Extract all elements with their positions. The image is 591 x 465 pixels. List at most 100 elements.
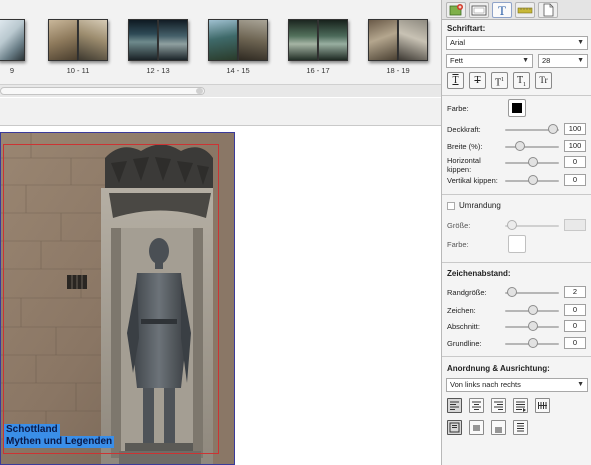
divider <box>442 194 591 195</box>
text-properties-panel: T Schriftart: Arial ▼ Fett ▼ 28 ▼ T T T1… <box>441 0 591 465</box>
superscript-button[interactable]: T1 <box>491 72 508 89</box>
width-slider[interactable] <box>505 146 559 148</box>
font-family-select[interactable]: Arial ▼ <box>446 36 588 50</box>
page-icon <box>543 3 554 17</box>
text-color-fill <box>512 103 522 113</box>
thumbnail-page-18-19[interactable]: 18 - 19 <box>368 19 428 75</box>
opacity-slider-handle[interactable] <box>548 124 558 134</box>
text-color-label: Farbe: <box>447 104 469 113</box>
scrollbar-thumb[interactable] <box>196 88 203 94</box>
thumbnail-image-left <box>128 19 158 61</box>
small-caps-button[interactable]: Tr <box>535 72 552 89</box>
baseline-slider-handle[interactable] <box>528 338 538 348</box>
subscript-icon: 1 <box>523 82 527 88</box>
text-color-swatch[interactable] <box>508 99 526 117</box>
horizontal-flip-slider-handle[interactable] <box>528 157 538 167</box>
thumbnail-image-right <box>238 19 268 61</box>
horizontal-flip-label: Horizontal kippen: <box>447 156 481 174</box>
opacity-input[interactable]: 100 <box>564 123 586 135</box>
justify-button[interactable] <box>513 398 528 413</box>
font-family-value: Arial <box>450 38 466 47</box>
baseline-input[interactable]: 0 <box>564 337 586 349</box>
horizontal-flip-input[interactable]: 0 <box>564 156 586 168</box>
text-icon: T <box>498 3 506 18</box>
chevron-down-icon: ▼ <box>522 57 529 64</box>
thumbnail-label: 16 - 17 <box>306 66 330 75</box>
char-spacing-slider-handle[interactable] <box>528 305 538 315</box>
scrollbar-track[interactable] <box>0 87 205 95</box>
align-center-button[interactable] <box>469 398 484 413</box>
thumbnail-page-9[interactable]: 9 <box>0 19 26 75</box>
text-frame-guide <box>3 144 219 454</box>
margin-slider-handle[interactable] <box>507 287 517 297</box>
thumbnail-page-14-15[interactable]: 14 - 15 <box>208 19 268 75</box>
spacing-section-title: Zeichenabstand: <box>447 269 511 278</box>
tab-ruler[interactable] <box>515 2 535 18</box>
page-thumbnail-strip: 9 10 - 11 12 - 13 14 - 15 16 - 17 18 - 1… <box>0 0 441 97</box>
divider <box>442 262 591 263</box>
chevron-down-icon: ▼ <box>577 381 584 388</box>
thumbnail-scrollbar[interactable] <box>0 84 441 97</box>
thumbnail-image-right <box>318 19 348 61</box>
svg-text:T: T <box>498 3 506 17</box>
width-label: Breite (%): <box>447 142 483 151</box>
thumbnail-label: 10 - 11 <box>66 66 90 75</box>
width-input[interactable]: 100 <box>564 140 586 152</box>
superscript-icon: 1 <box>501 77 505 83</box>
margin-input[interactable]: 2 <box>564 286 586 298</box>
underline-button[interactable]: T <box>447 72 464 89</box>
thumbnail-page-10-11[interactable]: 10 - 11 <box>48 19 108 75</box>
border-checkbox-label: Umrandung <box>459 201 501 210</box>
valign-bottom-button[interactable] <box>491 420 506 435</box>
chevron-down-icon: ▼ <box>577 39 584 46</box>
border-size-slider-handle[interactable] <box>507 220 517 230</box>
vertical-flip-input[interactable]: 0 <box>564 174 586 186</box>
editor-toolbar <box>0 98 441 126</box>
paragraph-spacing-input[interactable]: 0 <box>564 320 586 332</box>
subscript-button[interactable]: T1 <box>513 72 530 89</box>
chevron-down-icon: ▼ <box>577 57 584 64</box>
valign-middle-button[interactable] <box>469 420 484 435</box>
thumbnail-page-16-17[interactable]: 16 - 17 <box>288 19 348 75</box>
vertical-flip-slider-handle[interactable] <box>528 175 538 185</box>
font-section-title: Schriftart: <box>447 24 486 33</box>
thumbnail-label: 9 <box>9 66 15 75</box>
strikethrough-button[interactable]: T <box>469 72 486 89</box>
frame-icon <box>471 5 487 16</box>
distribute-button[interactable] <box>535 398 550 413</box>
width-slider-handle[interactable] <box>515 141 525 151</box>
tab-page[interactable] <box>538 2 558 18</box>
text-direction-select[interactable]: Von links nach rechts ▼ <box>446 378 588 392</box>
margin-label: Randgröße: <box>447 288 487 297</box>
justify-icon <box>516 401 526 412</box>
align-left-icon <box>450 401 459 410</box>
valign-top-button[interactable] <box>447 420 462 435</box>
tab-frame[interactable] <box>469 2 489 18</box>
border-size-input[interactable] <box>564 219 586 231</box>
baseline-label: Grundline: <box>447 339 482 348</box>
char-spacing-input[interactable]: 0 <box>564 304 586 316</box>
thumbnail-image-right <box>78 19 108 61</box>
align-center-icon <box>472 401 481 410</box>
divider <box>442 95 591 96</box>
tab-add-image[interactable] <box>446 2 466 18</box>
font-style-select[interactable]: Fett ▼ <box>446 54 533 68</box>
valign-justify-button[interactable] <box>513 420 528 435</box>
page-canvas[interactable]: Schottland Mythen und Legenden <box>0 127 441 465</box>
border-checkbox[interactable] <box>447 202 455 210</box>
tab-text[interactable]: T <box>492 2 512 18</box>
valign-top-icon <box>449 422 460 433</box>
align-left-button[interactable] <box>447 398 462 413</box>
font-size-select[interactable]: 28 ▼ <box>538 54 588 68</box>
thumbnail-image-left <box>368 19 398 61</box>
thumbnail-image-left <box>288 19 318 61</box>
border-color-label: Farbe: <box>447 240 469 249</box>
thumbnail-page-12-13[interactable]: 12 - 13 <box>128 19 188 75</box>
distribute-icon <box>538 402 547 409</box>
thumbnail-image-left <box>208 19 238 61</box>
add-image-icon <box>449 4 463 16</box>
border-color-swatch[interactable] <box>508 235 526 253</box>
thumbnail-label: 12 - 13 <box>146 66 170 75</box>
paragraph-spacing-slider-handle[interactable] <box>528 321 538 331</box>
align-right-button[interactable] <box>491 398 506 413</box>
